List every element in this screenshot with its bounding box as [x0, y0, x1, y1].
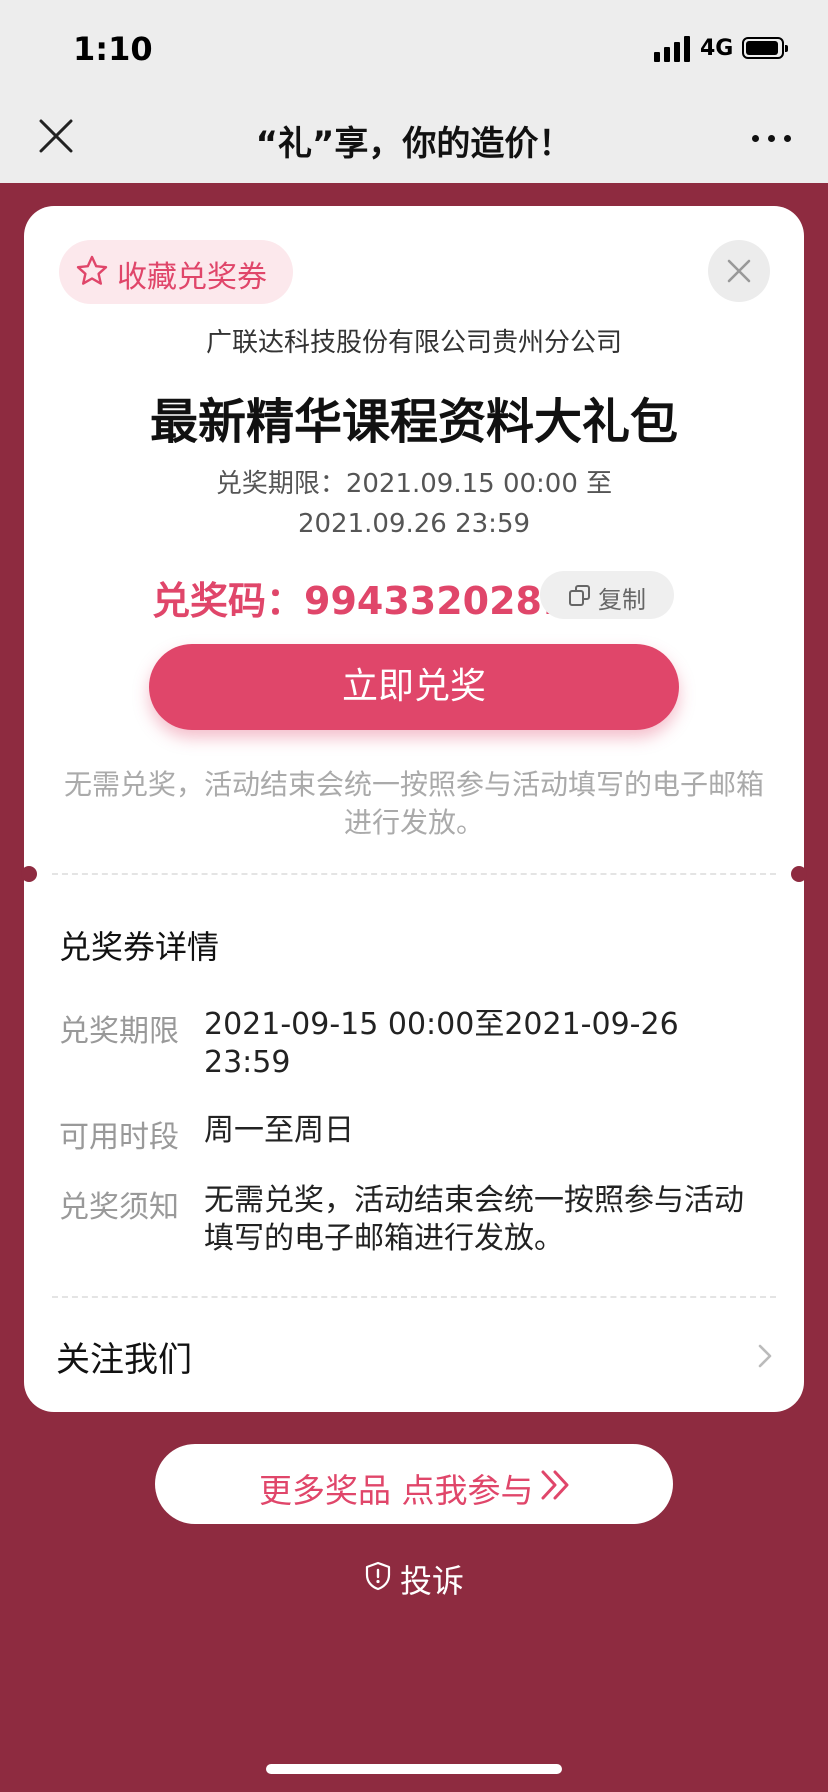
shield-icon — [365, 1561, 391, 1591]
company-name: 广联达科技股份有限公司贵州分公司 — [205, 328, 622, 358]
complain-label: 投诉 — [400, 1562, 465, 1600]
card-notch-right — [791, 866, 807, 882]
coupon-title: 最新精华课程资料大礼包 — [149, 394, 678, 450]
redeem-note: 无需兑奖，活动结束会统一按照参与活动填写的电子邮箱进行发放。 — [64, 768, 765, 839]
redeem-period: 兑奖期限：2021.09.15 00:00 至 2021.09.26 23:59 — [24, 464, 804, 544]
more-prizes-label: 更多奖品 点我参与 — [259, 1471, 534, 1510]
favorite-label: 收藏兑奖券 — [117, 260, 267, 295]
more-prizes-button[interactable]: 更多奖品 点我参与 — [155, 1444, 673, 1524]
chevron-right-icon[interactable] — [756, 1342, 774, 1374]
detail-value-period: 2021-09-15 00:00至2021-09-26 23:59 — [204, 1007, 679, 1080]
details-title: 兑奖券详情 — [59, 928, 220, 966]
status-time: 1:10 — [73, 30, 153, 68]
more-icon[interactable] — [748, 128, 798, 148]
double-chevron-right-icon — [541, 1470, 569, 1500]
card-close-button[interactable] — [708, 240, 770, 302]
close-icon — [727, 259, 751, 283]
favorite-coupon-button[interactable]: 收藏兑奖券 — [59, 240, 293, 304]
home-indicator — [266, 1764, 562, 1774]
star-icon — [76, 255, 108, 285]
period-line1: 兑奖期限：2021.09.15 00:00 至 — [215, 469, 613, 499]
page-title: “礼”享，你的造价！ — [255, 124, 573, 164]
period-line2: 2021.09.26 23:59 — [297, 509, 531, 539]
divider — [52, 873, 776, 875]
detail-label-notice: 兑奖须知 — [59, 1190, 179, 1225]
copy-icon — [569, 585, 590, 606]
detail-value-hours: 周一至周日 — [204, 1113, 354, 1148]
divider — [52, 1296, 776, 1298]
code-value: 9943320281 — [304, 579, 569, 623]
redeem-code: 兑奖码：9943320281 — [152, 570, 568, 625]
detail-value-notice: 无需兑奖，活动结束会统一按照参与活动填写的电子邮箱进行发放。 — [204, 1183, 744, 1256]
follow-us-link[interactable]: 关注我们 — [56, 1332, 192, 1381]
network-type: 4G — [700, 36, 734, 61]
redeem-now-button[interactable]: 立即兑奖 — [149, 644, 679, 730]
close-icon[interactable] — [38, 118, 74, 154]
detail-label-period: 兑奖期限 — [59, 1014, 179, 1049]
signal-icon — [654, 36, 690, 62]
card-notch-left — [21, 866, 37, 882]
copy-label: 复制 — [598, 586, 646, 614]
copy-button[interactable]: 复制 — [540, 571, 674, 619]
detail-label-hours: 可用时段 — [59, 1120, 179, 1155]
battery-icon — [742, 37, 788, 59]
code-label: 兑奖码： — [152, 579, 305, 623]
